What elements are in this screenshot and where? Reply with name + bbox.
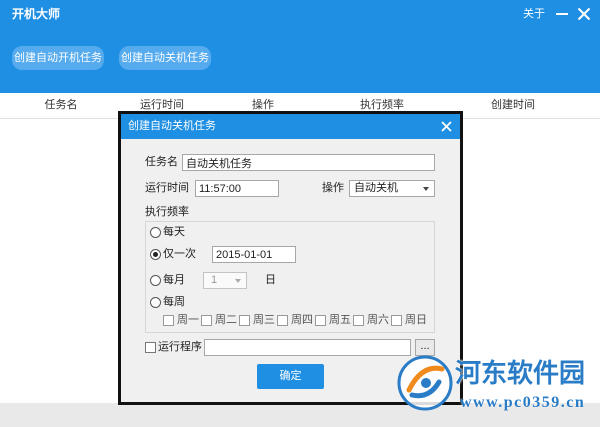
weekday-label-fri: 周五 xyxy=(329,314,351,326)
run-program-label: 运行程序 xyxy=(158,341,202,353)
confirm-button[interactable]: 确定 xyxy=(257,364,324,389)
weekday-label-tue: 周二 xyxy=(215,314,237,326)
frequency-option-weekly[interactable]: 每周 xyxy=(150,294,186,311)
program-path-input[interactable] xyxy=(204,339,411,356)
weekday-label-thu: 周四 xyxy=(291,314,313,326)
once-date-input[interactable] xyxy=(212,246,296,263)
app-title: 开机大师 xyxy=(12,7,61,21)
frequency-label: 执行频率 xyxy=(145,206,189,218)
action-select[interactable]: 自动关机 xyxy=(349,180,435,197)
close-icon[interactable] xyxy=(576,6,592,22)
chevron-down-icon xyxy=(235,279,241,283)
weekday-option-fri[interactable]: 周五 xyxy=(315,312,351,329)
about-link[interactable]: 关于 xyxy=(523,6,545,22)
frequency-option-daily[interactable]: 每天 xyxy=(150,224,186,241)
run-program-option[interactable]: 运行程序 xyxy=(145,339,202,356)
frequency-option-monthly[interactable]: 每月 xyxy=(150,272,186,289)
watermark-site-name: 河东软件园 xyxy=(455,358,586,388)
create-shutdown-task-button[interactable]: 创建自动关机任务 xyxy=(119,46,211,70)
weekday-option-sun[interactable]: 周日 xyxy=(391,312,427,329)
weekday-label-sat: 周六 xyxy=(367,314,389,326)
weekday-label-wed: 周三 xyxy=(253,314,275,326)
weekday-checkbox-sat[interactable] xyxy=(353,315,364,326)
frequency-option-daily-label: 每天 xyxy=(163,226,185,238)
dialog-title-bar[interactable]: 创建自动关机任务 xyxy=(121,114,460,139)
weekday-checkbox-wed[interactable] xyxy=(239,315,250,326)
weekday-option-sat[interactable]: 周六 xyxy=(353,312,389,329)
radio-weekly[interactable] xyxy=(150,297,161,308)
app-header: 开机大师 关于 创建自动开机任务 创建自动关机任务 xyxy=(0,0,600,93)
frequency-option-once-label: 仅一次 xyxy=(163,248,196,260)
radio-monthly[interactable] xyxy=(150,275,161,286)
monthly-day-select[interactable]: 1 xyxy=(203,272,247,289)
frequency-option-weekly-label: 每周 xyxy=(163,296,185,308)
weekday-option-thu[interactable]: 周四 xyxy=(277,312,313,329)
action-select-value: 自动关机 xyxy=(354,182,398,194)
chevron-down-icon xyxy=(423,187,429,191)
action-label: 操作 xyxy=(322,182,344,194)
weekday-checkbox-tue[interactable] xyxy=(201,315,212,326)
task-name-label: 任务名 xyxy=(145,156,178,168)
column-header-created-time: 创建时间 xyxy=(491,99,535,111)
dialog-title: 创建自动关机任务 xyxy=(128,120,216,132)
minimize-icon[interactable] xyxy=(554,6,570,22)
weekday-checkbox-sun[interactable] xyxy=(391,315,402,326)
monthly-day-suffix: 日 xyxy=(265,274,276,286)
run-time-input[interactable] xyxy=(195,180,279,197)
create-boot-task-button[interactable]: 创建自动开机任务 xyxy=(12,46,104,70)
radio-once[interactable] xyxy=(150,249,161,260)
logo-icon xyxy=(397,355,453,411)
weekday-checkbox-mon[interactable] xyxy=(163,315,174,326)
column-header-task-name: 任务名 xyxy=(44,99,78,111)
weekday-option-tue[interactable]: 周二 xyxy=(201,312,237,329)
run-time-label: 运行时间 xyxy=(145,182,189,194)
weekday-option-wed[interactable]: 周三 xyxy=(239,312,275,329)
run-program-checkbox[interactable] xyxy=(145,342,156,353)
weekday-label-mon: 周一 xyxy=(177,314,199,326)
watermark-url: www.pc0359.cn xyxy=(460,394,586,411)
frequency-option-monthly-label: 每月 xyxy=(163,274,185,286)
weekday-label-sun: 周日 xyxy=(405,314,427,326)
task-name-input[interactable] xyxy=(182,154,435,171)
radio-daily[interactable] xyxy=(150,227,161,238)
close-icon[interactable] xyxy=(441,121,452,132)
weekday-checkbox-fri[interactable] xyxy=(315,315,326,326)
frequency-option-once[interactable]: 仅一次 xyxy=(150,246,196,263)
weekday-checkbox-thu[interactable] xyxy=(277,315,288,326)
weekday-option-mon[interactable]: 周一 xyxy=(163,312,199,329)
monthly-day-value: 1 xyxy=(211,274,218,286)
